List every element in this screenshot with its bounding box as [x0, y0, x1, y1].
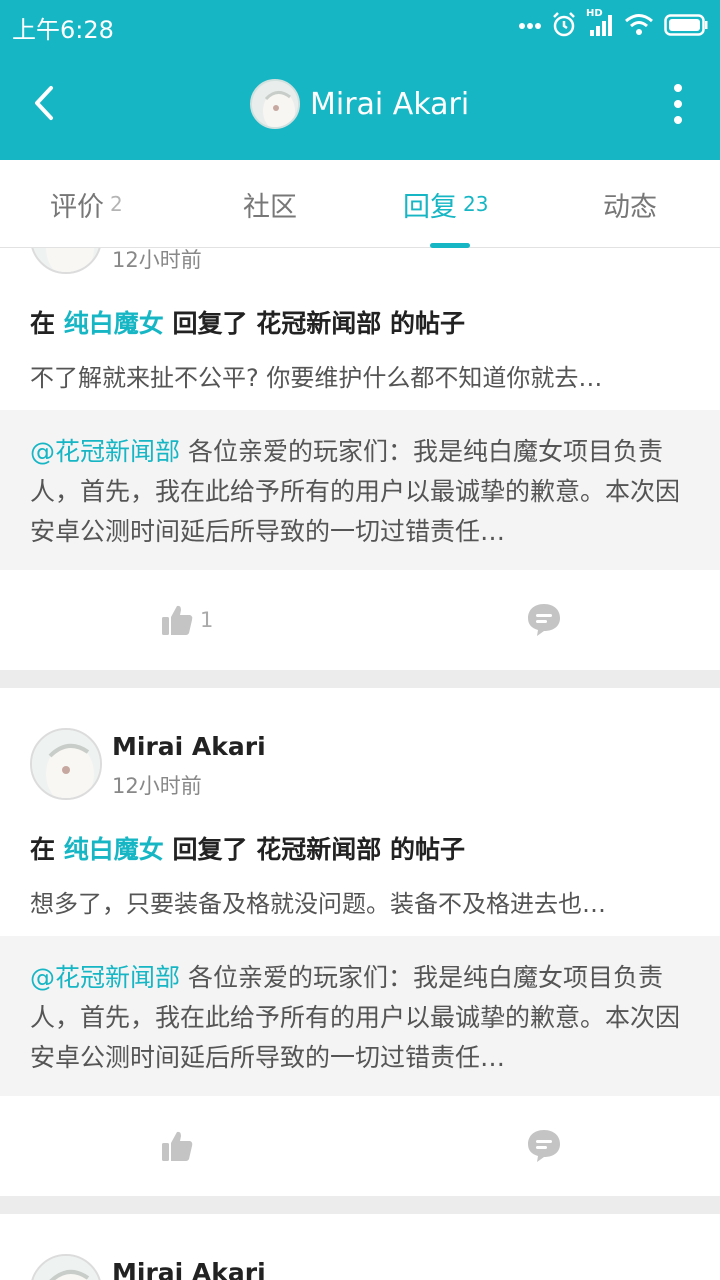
page-title: Mirai Akari: [310, 86, 470, 122]
more-dot: [674, 84, 682, 92]
thumbs-up-icon: [162, 605, 193, 635]
tab-replies[interactable]: 回复 23: [403, 160, 488, 248]
tab-reviews[interactable]: 评价 2: [50, 160, 123, 248]
signal-icon: HD: [586, 8, 614, 38]
reply-text[interactable]: 不了解就来扯不公平? 你要维护什么都不知道你就去…: [30, 358, 690, 393]
action-suffix: 的帖子: [389, 835, 465, 864]
profile-title: Mirai Akari: [250, 78, 469, 130]
back-button[interactable]: [22, 78, 66, 128]
avatar[interactable]: [30, 1254, 102, 1280]
status-time: 上午6:28: [12, 16, 114, 44]
app-bar: Mirai Akari: [0, 50, 720, 160]
reply-action-line: 在 纯白魔女 回复了 花冠新闻部 的帖子: [30, 830, 465, 866]
tab-count: 23: [463, 192, 489, 216]
tab-count: 2: [110, 192, 123, 216]
chevron-left-icon: [35, 86, 53, 120]
reply-card[interactable]: Mirai Akari: [0, 1214, 720, 1280]
reply-card[interactable]: 12小时前 在 纯白魔女 回复了 花冠新闻部 的帖子 不了解就来扯不公平? 你要…: [0, 248, 720, 670]
more-dot: [674, 100, 682, 108]
username[interactable]: Mirai Akari: [112, 1258, 266, 1280]
tab-activity[interactable]: 动态: [603, 160, 657, 248]
tab-label: 动态: [603, 191, 657, 223]
game-link[interactable]: 纯白魔女: [64, 835, 164, 864]
card-actions: [0, 1096, 720, 1196]
more-options-button[interactable]: [666, 84, 690, 124]
reply-text[interactable]: 想多了，只要装备及格就没问题。装备不及格进去也…: [30, 884, 690, 919]
mention-link[interactable]: @花冠新闻部: [30, 963, 180, 992]
comment-icon: [528, 604, 560, 636]
avatar: [250, 79, 300, 129]
post-time: 12小时前: [112, 774, 202, 798]
wifi-icon: [625, 14, 653, 35]
quoted-post-text: @花冠新闻部 各位亲爱的玩家们：我是纯白魔女项目负责人，首先，我在此给予所有的用…: [30, 432, 690, 552]
action-suffix: 的帖子: [389, 309, 465, 338]
tab-bar: 评价 2 社区 回复 23 动态: [0, 160, 720, 248]
avatar[interactable]: [30, 728, 102, 800]
comment-icon: [528, 1130, 560, 1162]
quoted-post[interactable]: @花冠新闻部 各位亲爱的玩家们：我是纯白魔女项目负责人，首先，我在此给予所有的用…: [0, 936, 720, 1096]
action-verb: 回复了: [172, 309, 248, 338]
avatar[interactable]: [30, 248, 102, 274]
alarm-icon: [553, 12, 575, 37]
tab-label: 社区: [243, 191, 297, 223]
tab-label: 回复: [403, 191, 457, 223]
more-dot: [674, 116, 682, 124]
card-divider: [0, 1196, 720, 1214]
thumbs-up-icon: [162, 1131, 193, 1161]
like-count: 1: [200, 608, 214, 632]
game-link[interactable]: 纯白魔女: [64, 309, 164, 338]
post-time: 12小时前: [112, 248, 202, 272]
quoted-post-text: @花冠新闻部 各位亲爱的玩家们：我是纯白魔女项目负责人，首先，我在此给予所有的用…: [30, 958, 690, 1078]
comment-button[interactable]: [524, 600, 564, 640]
reply-feed[interactable]: 12小时前 在 纯白魔女 回复了 花冠新闻部 的帖子 不了解就来扯不公平? 你要…: [0, 248, 720, 1280]
mention-link[interactable]: @花冠新闻部: [30, 437, 180, 466]
more-notifications-icon: [519, 23, 541, 29]
username[interactable]: Mirai Akari: [112, 732, 266, 761]
action-prefix: 在: [30, 309, 56, 338]
like-button[interactable]: [160, 1126, 200, 1166]
tab-community[interactable]: 社区: [243, 160, 297, 248]
system-icons: HD: [518, 8, 708, 38]
tab-label: 评价: [50, 191, 104, 223]
battery-icon: [664, 14, 708, 36]
quoted-post[interactable]: @花冠新闻部 各位亲爱的玩家们：我是纯白魔女项目负责人，首先，我在此给予所有的用…: [0, 410, 720, 570]
action-prefix: 在: [30, 835, 56, 864]
action-verb: 回复了: [172, 835, 248, 864]
target-author[interactable]: 花冠新闻部: [256, 835, 381, 864]
target-author[interactable]: 花冠新闻部: [256, 309, 381, 338]
like-button[interactable]: 1: [160, 600, 213, 640]
comment-button[interactable]: [524, 1126, 564, 1166]
card-actions: 1: [0, 570, 720, 670]
status-bar: 上午6:28 HD: [0, 0, 720, 50]
reply-card[interactable]: Mirai Akari 12小时前 在 纯白魔女 回复了 花冠新闻部 的帖子 想…: [0, 688, 720, 1196]
reply-action-line: 在 纯白魔女 回复了 花冠新闻部 的帖子: [30, 304, 465, 340]
card-divider: [0, 670, 720, 688]
